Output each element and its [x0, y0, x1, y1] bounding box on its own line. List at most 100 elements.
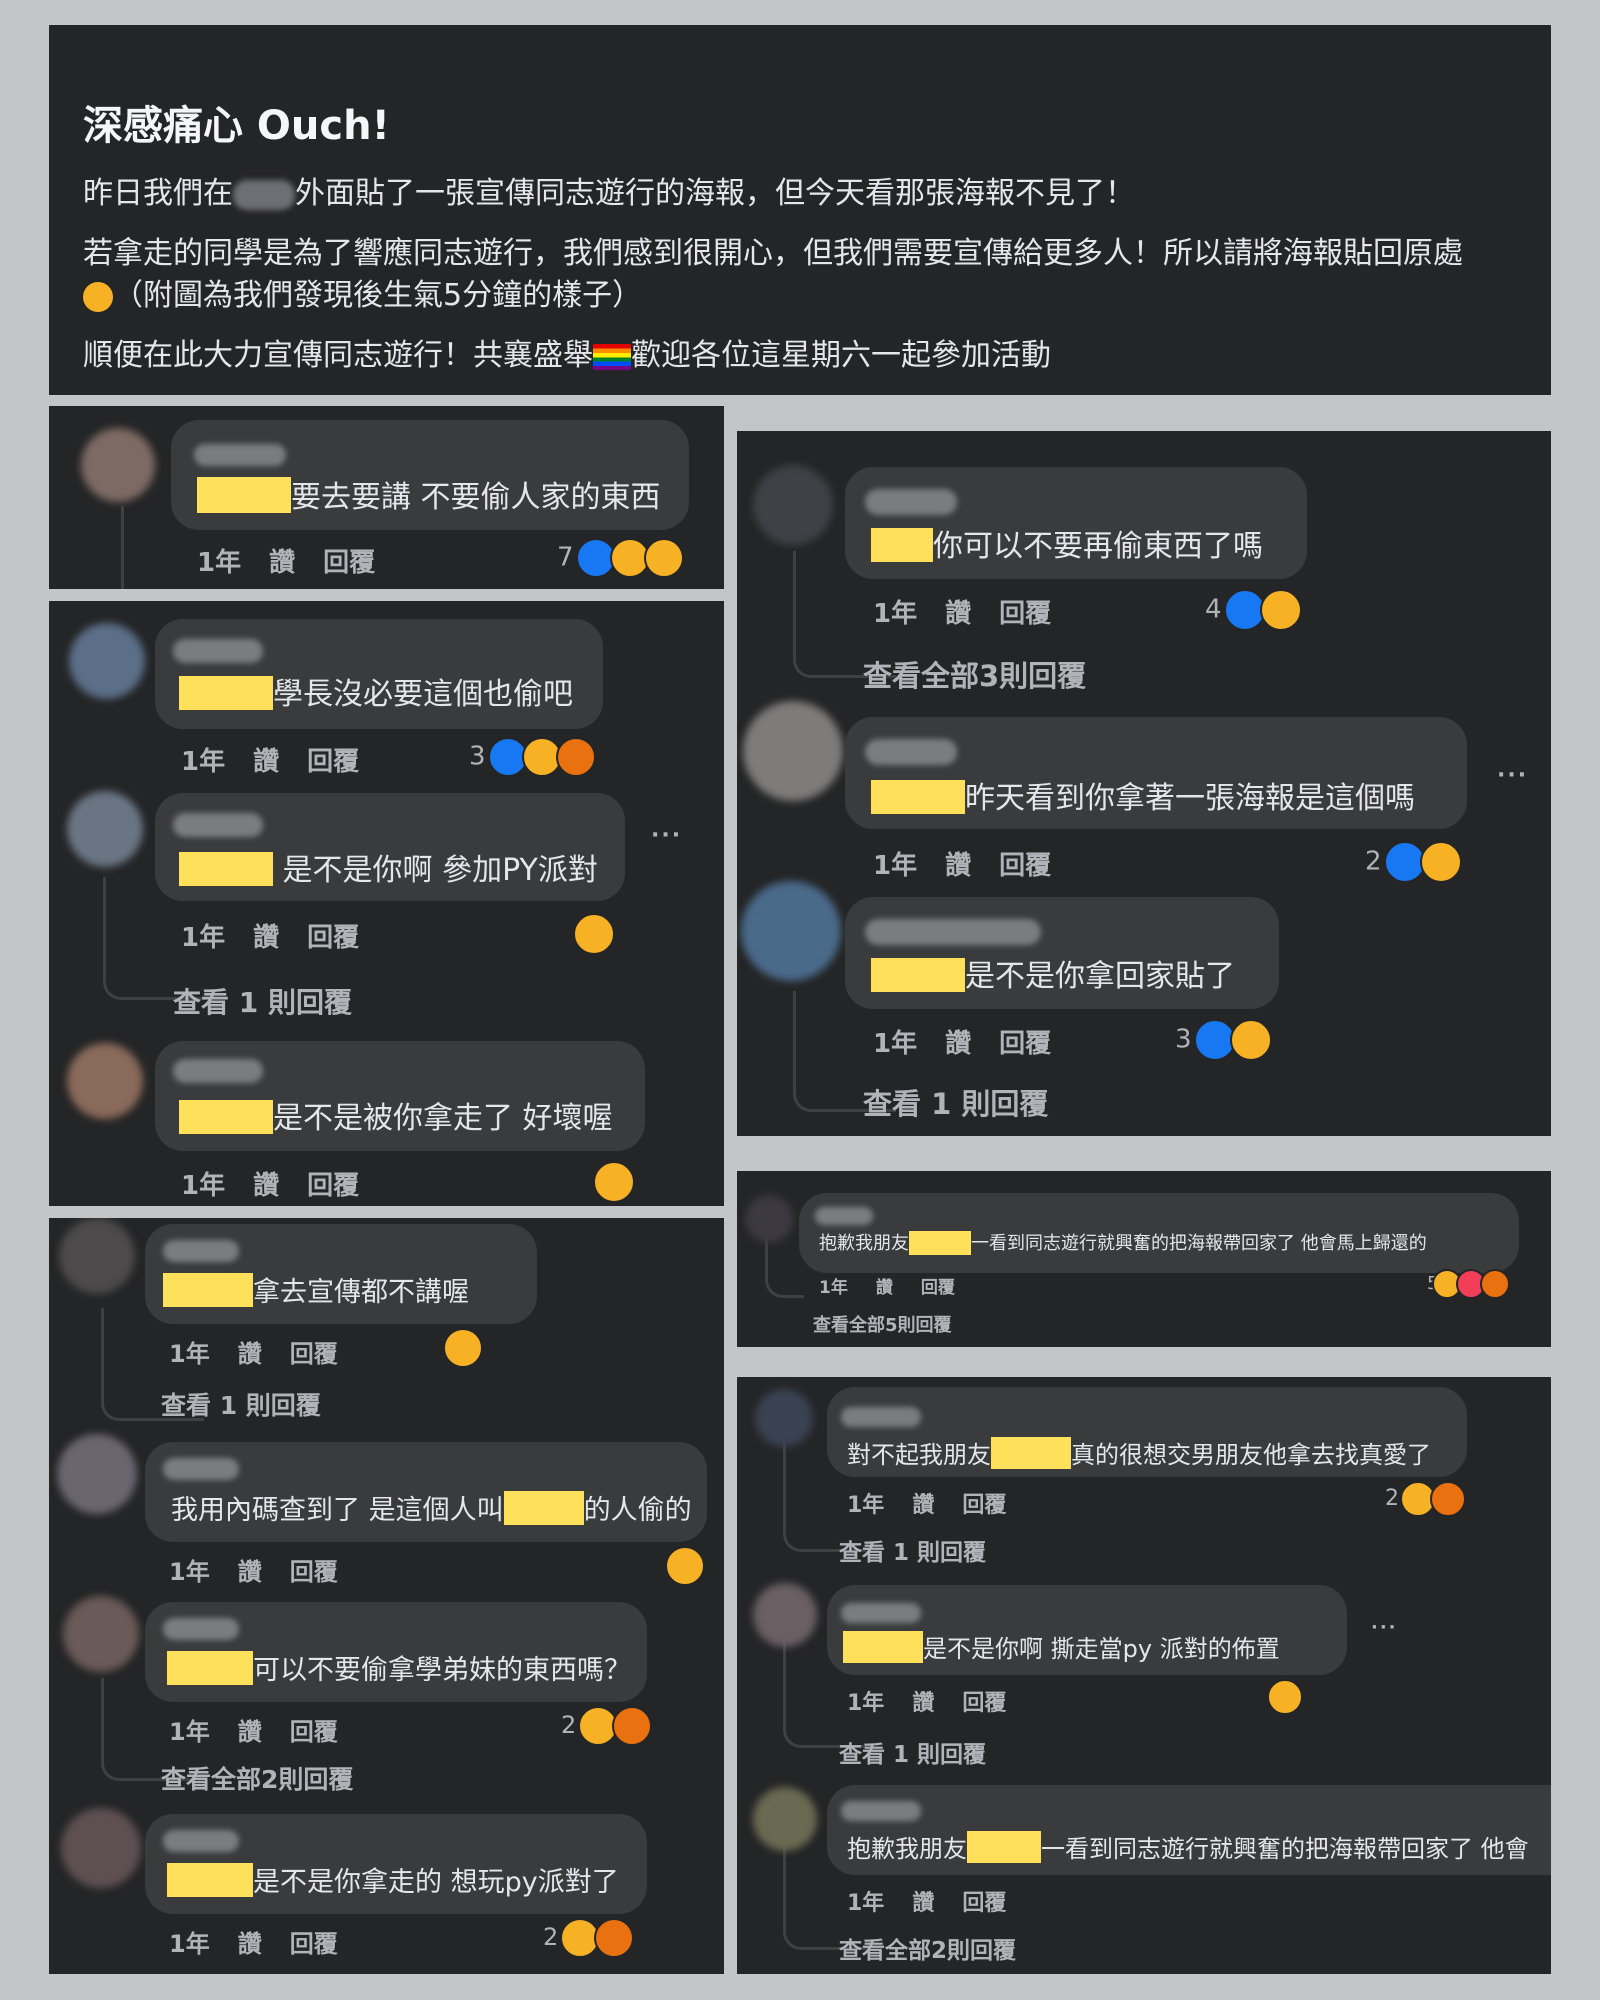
timestamp[interactable]: 1年 — [181, 747, 225, 777]
like-link[interactable]: 讚 — [876, 1278, 893, 1298]
reaction-summary[interactable]: 2 — [1385, 1481, 1466, 1517]
commenter-name[interactable] — [173, 639, 263, 663]
reply-link[interactable]: 回覆 — [999, 599, 1051, 629]
timestamp[interactable]: 1年 — [181, 1171, 225, 1201]
commenter-name[interactable] — [865, 919, 1041, 945]
reaction-summary[interactable]: 3 — [1175, 1019, 1272, 1061]
view-replies-link[interactable]: 查看全部2則回覆 — [839, 1931, 1016, 1965]
avatar[interactable] — [57, 1434, 137, 1514]
reply-link[interactable]: 回覆 — [999, 1029, 1051, 1059]
avatar[interactable] — [741, 881, 841, 981]
timestamp[interactable]: 1年 — [197, 548, 241, 578]
like-link[interactable]: 讚 — [269, 548, 295, 578]
like-link[interactable]: 讚 — [945, 599, 971, 629]
reply-link[interactable]: 回覆 — [962, 1891, 1006, 1916]
view-replies-link[interactable]: 查看全部3則回覆 — [863, 653, 1086, 695]
avatar[interactable] — [81, 428, 155, 502]
like-link[interactable]: 讚 — [912, 1493, 934, 1518]
avatar[interactable] — [67, 1043, 143, 1119]
commenter-name[interactable] — [163, 1830, 239, 1852]
commenter-name[interactable] — [163, 1618, 239, 1640]
timestamp[interactable]: 1年 — [847, 1891, 884, 1916]
more-options-icon[interactable]: ··· — [651, 823, 682, 848]
timestamp[interactable]: 1年 — [873, 851, 917, 881]
timestamp[interactable]: 1年 — [847, 1493, 884, 1518]
reply-link[interactable]: 回覆 — [999, 851, 1051, 881]
reply-link[interactable]: 回覆 — [307, 747, 359, 777]
more-options-icon[interactable]: ··· — [1371, 1617, 1398, 1638]
avatar[interactable] — [63, 1596, 139, 1672]
view-replies-link[interactable]: 查看 1 則回覆 — [839, 1533, 986, 1567]
timestamp[interactable]: 1年 — [181, 923, 225, 953]
view-replies-link[interactable]: 查看全部2則回覆 — [161, 1760, 353, 1796]
reply-link[interactable]: 回覆 — [921, 1278, 955, 1298]
commenter-name[interactable] — [163, 1240, 239, 1262]
commenter-name[interactable] — [841, 1801, 921, 1821]
avatar[interactable] — [753, 1787, 817, 1851]
timestamp[interactable]: 1年 — [873, 599, 917, 629]
reply-link[interactable]: 回覆 — [307, 923, 359, 953]
like-link[interactable]: 讚 — [945, 1029, 971, 1059]
reaction-summary[interactable]: 7 — [557, 538, 684, 578]
avatar[interactable] — [69, 623, 145, 699]
like-link[interactable]: 讚 — [238, 1718, 262, 1746]
avatar[interactable] — [61, 1808, 141, 1888]
reaction-summary[interactable]: 2 — [1365, 841, 1462, 883]
reaction-summary[interactable]: 4 — [1205, 589, 1302, 631]
reply-link[interactable]: 回覆 — [290, 1340, 338, 1368]
view-replies-link[interactable]: 查看 1 則回覆 — [161, 1386, 321, 1422]
reply-link[interactable]: 回覆 — [290, 1930, 338, 1958]
view-replies-link[interactable]: 查看 1 則回覆 — [839, 1735, 986, 1769]
like-link[interactable]: 讚 — [912, 1691, 934, 1716]
reaction-summary[interactable] — [573, 913, 615, 955]
timestamp[interactable]: 1年 — [847, 1691, 884, 1716]
avatar[interactable] — [59, 1218, 135, 1294]
timestamp[interactable]: 1年 — [169, 1930, 210, 1958]
like-link[interactable]: 讚 — [238, 1930, 262, 1958]
reaction-summary[interactable] — [443, 1328, 483, 1368]
avatar[interactable] — [745, 1195, 793, 1243]
commenter-name[interactable] — [173, 1059, 263, 1083]
avatar[interactable] — [753, 465, 833, 545]
reaction-summary[interactable]: 5 — [1427, 1269, 1511, 1299]
timestamp[interactable]: 1年 — [169, 1340, 210, 1368]
like-link[interactable]: 讚 — [253, 1171, 279, 1201]
more-options-icon[interactable]: ··· — [1497, 763, 1528, 788]
reaction-summary[interactable] — [665, 1546, 705, 1586]
commenter-name[interactable] — [841, 1407, 921, 1427]
commenter-name[interactable] — [163, 1458, 239, 1480]
commenter-name[interactable] — [865, 739, 957, 765]
reply-link[interactable]: 回覆 — [962, 1493, 1006, 1518]
avatar[interactable] — [67, 791, 143, 867]
avatar[interactable] — [755, 1389, 813, 1447]
reaction-summary[interactable] — [593, 1161, 635, 1203]
view-replies-link[interactable]: 查看 1 則回覆 — [173, 981, 352, 1021]
reply-link[interactable]: 回覆 — [290, 1558, 338, 1586]
reaction-summary[interactable]: 2 — [543, 1918, 634, 1958]
reply-link[interactable]: 回覆 — [962, 1691, 1006, 1716]
timestamp[interactable]: 1年 — [819, 1278, 848, 1298]
commenter-name[interactable] — [173, 813, 263, 837]
reaction-summary[interactable]: 2 — [561, 1706, 652, 1746]
reply-link[interactable]: 回覆 — [307, 1171, 359, 1201]
avatar[interactable] — [753, 1583, 817, 1647]
like-link[interactable]: 讚 — [238, 1340, 262, 1368]
like-link[interactable]: 讚 — [238, 1558, 262, 1586]
commenter-name[interactable] — [841, 1603, 921, 1623]
commenter-name[interactable] — [865, 489, 957, 515]
view-replies-link[interactable]: 查看 1 則回覆 — [863, 1081, 1048, 1123]
like-link[interactable]: 讚 — [912, 1891, 934, 1916]
timestamp[interactable]: 1年 — [873, 1029, 917, 1059]
reaction-summary[interactable]: 3 — [469, 737, 596, 777]
like-link[interactable]: 讚 — [253, 747, 279, 777]
reaction-summary[interactable] — [1267, 1679, 1303, 1715]
avatar[interactable] — [743, 701, 843, 801]
like-link[interactable]: 讚 — [253, 923, 279, 953]
commenter-name[interactable] — [194, 444, 286, 466]
timestamp[interactable]: 1年 — [169, 1718, 210, 1746]
commenter-name[interactable] — [815, 1207, 873, 1225]
like-link[interactable]: 讚 — [945, 851, 971, 881]
timestamp[interactable]: 1年 — [169, 1558, 210, 1586]
reply-link[interactable]: 回覆 — [290, 1718, 338, 1746]
reply-link[interactable]: 回覆 — [323, 548, 375, 578]
